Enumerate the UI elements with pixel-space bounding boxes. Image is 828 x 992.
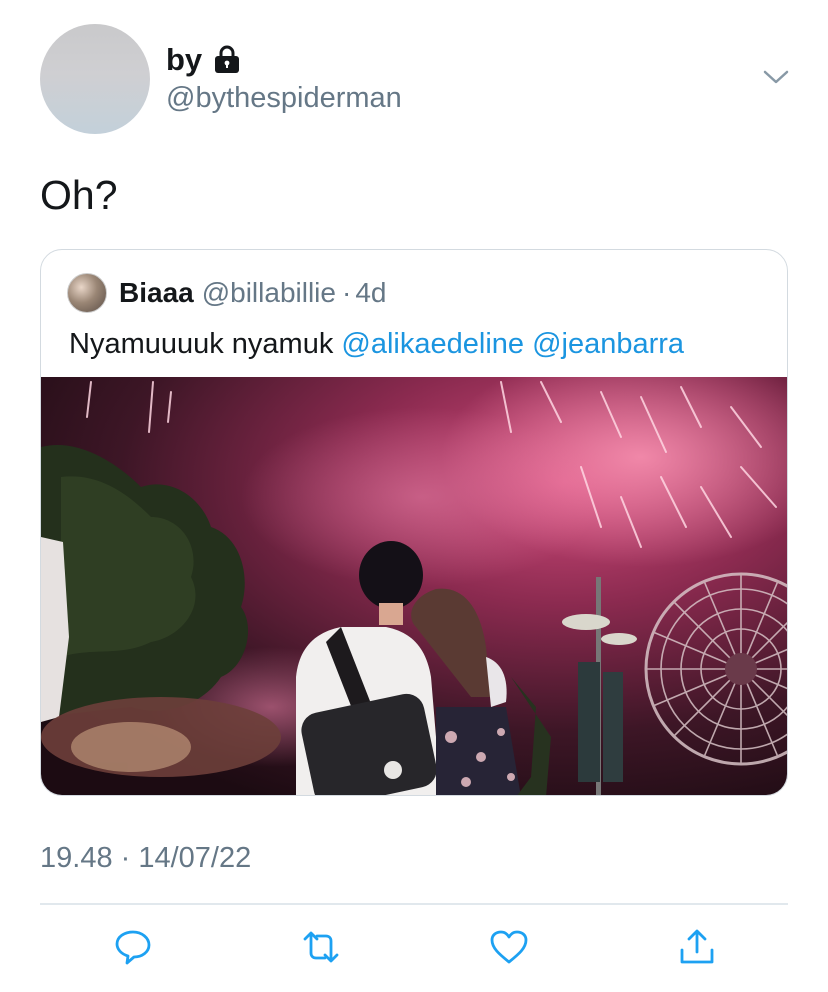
action-bar: [40, 920, 788, 975]
mention-link[interactable]: @alikaedeline: [341, 328, 524, 360]
quoted-photo[interactable]: [41, 377, 787, 795]
tweet-timestamp[interactable]: 19.48 · 14/07/22: [40, 842, 251, 875]
lock-icon: [212, 45, 242, 75]
quoted-time: 4d: [355, 277, 387, 308]
author-avatar[interactable]: [40, 24, 150, 134]
quoted-avatar[interactable]: [67, 273, 107, 313]
retweet-button[interactable]: [298, 924, 344, 970]
author-display-name[interactable]: by: [166, 42, 202, 78]
quoted-text: Nyamuuuuk nyamuk @alikaedeline @jeanbarr…: [69, 328, 684, 361]
reply-icon: [115, 930, 151, 965]
quoted-display-name[interactable]: Biaaa: [119, 277, 194, 309]
reply-button[interactable]: [110, 924, 156, 970]
quoted-handle[interactable]: @billabillie: [202, 277, 336, 309]
like-button[interactable]: [486, 924, 532, 970]
quoted-separator: ·: [341, 277, 352, 308]
chevron-down-icon[interactable]: [758, 62, 794, 92]
quoted-text-plain: Nyamuuuuk nyamuk: [69, 328, 342, 360]
heart-icon: [490, 930, 528, 964]
quoted-tweet-card[interactable]: Biaaa @billabillie · 4d Nyamuuuuk nyamuk…: [40, 249, 788, 796]
author-handle[interactable]: @bythespiderman: [166, 82, 402, 115]
quoted-tweet-header: Biaaa @billabillie · 4d: [67, 272, 386, 314]
share-icon: [680, 929, 714, 964]
display-name-row: by: [166, 40, 402, 80]
tweet-text: Oh?: [40, 172, 118, 218]
share-button[interactable]: [674, 924, 720, 970]
author-block: by @bythespiderman: [166, 40, 402, 115]
divider: [40, 903, 788, 905]
retweet-icon: [303, 931, 339, 963]
mention-link[interactable]: @jeanbarra: [532, 328, 684, 360]
